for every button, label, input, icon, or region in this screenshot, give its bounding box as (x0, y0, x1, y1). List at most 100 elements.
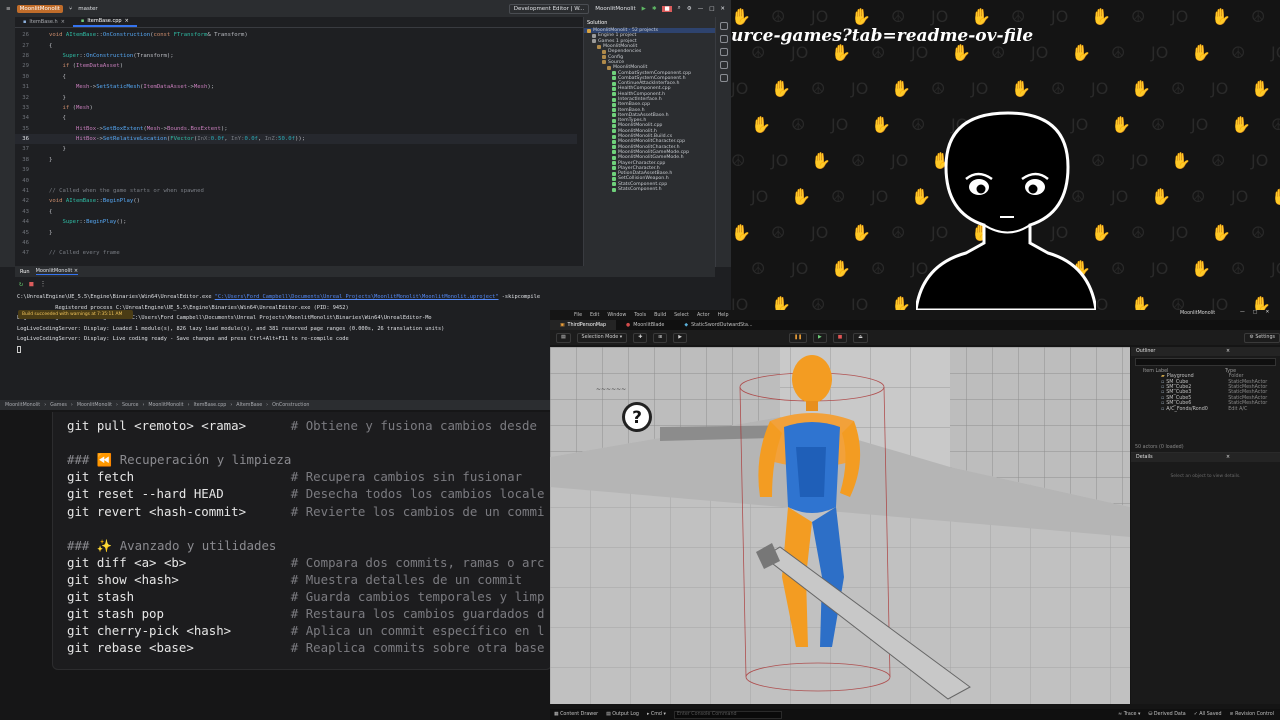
line-number[interactable]: 41 (15, 188, 29, 194)
menu-build[interactable]: Build (654, 313, 666, 318)
settings-button[interactable]: ⚙ Settings (1244, 332, 1280, 343)
code-line[interactable]: 38} (15, 155, 577, 165)
menu-select[interactable]: Select (674, 313, 689, 318)
console-link[interactable]: "C:\Users\Ford Campbell\Documents\Unreal… (215, 294, 499, 300)
outliner-search-input[interactable] (1135, 358, 1276, 366)
add-actor-icon[interactable]: ✚ (633, 332, 648, 343)
trace-button[interactable]: ≈ Trace ▾ (1118, 712, 1140, 717)
line-number[interactable]: 38 (15, 157, 29, 163)
column-type[interactable]: Type (1225, 369, 1236, 374)
database-icon[interactable] (719, 35, 728, 43)
gear-icon[interactable]: ⚙ (687, 6, 692, 12)
line-number[interactable]: 31 (15, 84, 29, 90)
line-number[interactable]: 39 (15, 167, 29, 173)
code-line[interactable]: 31 Mesh->SetStaticMesh(ItemDataAsset->Me… (15, 82, 577, 92)
outliner-row[interactable]: ▫ SM_Cube StaticMeshActor (1157, 379, 1280, 385)
code-line[interactable]: 35 HitBox->SetBoxExtent(Mesh->Bounds.Box… (15, 124, 577, 134)
line-number[interactable]: 32 (15, 95, 29, 101)
cinematics-icon[interactable]: ▶ (673, 332, 687, 343)
derived-data-button[interactable]: ⛁ Derived Data (1148, 712, 1185, 717)
menu-help[interactable]: Help (718, 313, 729, 318)
revision-control-button[interactable]: ⊘ Revision Control (1230, 712, 1274, 717)
close-button[interactable]: ✕ (720, 6, 725, 12)
line-number[interactable]: 37 (15, 146, 29, 152)
code-line[interactable]: 39 (15, 165, 577, 175)
line-number[interactable]: 43 (15, 209, 29, 215)
close-icon[interactable]: × (61, 19, 65, 25)
rerun-icon[interactable]: ↻ (19, 280, 23, 288)
code-line[interactable]: 36 HitBox->SetRelativeLocation(FVector(I… (15, 133, 577, 145)
breadcrumb-item[interactable]: MoonlitMonolit (148, 403, 183, 408)
close-icon[interactable]: × (1226, 455, 1230, 460)
code-line[interactable]: 33 if (Mesh) (15, 103, 577, 113)
menu-window[interactable]: Window (607, 313, 626, 318)
code-text[interactable]: } (49, 157, 52, 163)
close-button[interactable]: ✕ (1265, 310, 1269, 315)
close-icon[interactable]: × (1226, 349, 1230, 354)
stop-button[interactable]: ■ (832, 332, 848, 343)
menu-icon[interactable]: ≡ (6, 6, 11, 12)
breadcrumb-item[interactable]: ItemBase.cpp (193, 403, 226, 408)
outliner-row[interactable]: ▫ SM_Cube6 StaticMeshActor (1157, 401, 1280, 406)
code-line[interactable]: 28 Super::OnConstruction(Transform); (15, 51, 577, 61)
more-icon[interactable]: ⋮ (39, 280, 46, 288)
code-text[interactable]: Super::BeginPlay(); (49, 219, 126, 225)
code-line[interactable]: 37 } (15, 144, 577, 154)
code-text[interactable]: if (ItemDataAsset) (49, 63, 123, 69)
code-text[interactable]: void AItemBase::OnConstruction(const FTr… (49, 32, 248, 38)
code-text[interactable]: void AItemBase::BeginPlay() (49, 198, 140, 204)
play-button[interactable]: ▶ (813, 332, 827, 343)
code-line[interactable]: 27 { (15, 40, 577, 50)
code-text[interactable]: Super::OnConstruction(Transform); (49, 53, 173, 59)
line-number[interactable]: 36 (15, 136, 29, 142)
code-line[interactable]: 47 // Called every frame (15, 248, 577, 258)
code-line[interactable]: 46 (15, 238, 577, 248)
build-toast[interactable]: Build succeeded with warnings at 7:35:11… (18, 310, 133, 319)
line-number[interactable]: 44 (15, 219, 29, 225)
stop-icon[interactable]: ■ (662, 5, 672, 12)
code-text[interactable]: // Called when the game starts or when s… (49, 188, 204, 194)
code-text[interactable]: HitBox->SetBoxExtent(Mesh->Bounds.BoxExt… (49, 126, 228, 132)
cmd-dropdown[interactable]: ▸ Cmd ▾ (647, 712, 666, 717)
code-line[interactable]: 34 { (15, 113, 577, 123)
breadcrumb-item[interactable]: AItemBase (236, 403, 262, 408)
debug-icon[interactable]: ✱ (652, 6, 657, 12)
outliner-row[interactable]: ▫ A/C_Fonds/Rond0 Edit A/C (1157, 406, 1280, 412)
console-command-input[interactable]: Enter Console Command (673, 710, 782, 719)
menu-edit[interactable]: Edit (590, 313, 599, 318)
maximize-button[interactable]: □ (1253, 310, 1258, 315)
code-editor[interactable]: 26 void AItemBase::OnConstruction(const F… (15, 30, 577, 266)
code-text[interactable]: Mesh->SetStaticMesh(ItemDataAsset->Mesh)… (49, 84, 214, 90)
line-number[interactable]: 27 (15, 43, 29, 49)
pause-button[interactable]: ❚❚ (788, 332, 807, 343)
code-line[interactable]: 45} (15, 227, 577, 237)
run-tab[interactable]: MoonlitMonolit × (35, 268, 79, 275)
code-text[interactable]: { (49, 115, 65, 121)
close-icon[interactable]: × (125, 18, 129, 24)
code-text[interactable]: // Called every frame (49, 250, 120, 256)
tab-thirdpersonmap[interactable]: ▣ ThirdPersonMap (550, 320, 617, 330)
tab-itembase-cpp[interactable]: ▪ ItemBase.cpp × (72, 17, 137, 27)
line-number[interactable]: 28 (15, 53, 29, 59)
breadcrumb-item[interactable]: MoonlitMonolit (77, 403, 112, 408)
breadcrumb-item[interactable]: Games (50, 403, 67, 408)
breadcrumb-item[interactable]: Source (122, 403, 138, 408)
code-line[interactable]: 29 if (ItemDataAsset) (15, 61, 577, 71)
line-number[interactable]: 47 (15, 250, 29, 256)
code-text[interactable]: } (49, 146, 65, 152)
line-number[interactable]: 40 (15, 178, 29, 184)
save-icon[interactable]: ▤ (556, 332, 571, 343)
code-line[interactable]: 32 } (15, 92, 577, 102)
code-text[interactable]: } (49, 95, 65, 101)
bookmarks-icon[interactable] (719, 74, 728, 82)
line-number[interactable]: 26 (15, 32, 29, 38)
tab-staticsword[interactable]: ◆ StaticSwordOutwardSta... (674, 320, 762, 330)
search-icon[interactable]: ⌕ (678, 5, 681, 12)
line-number[interactable]: 33 (15, 105, 29, 111)
code-text[interactable]: { (49, 209, 52, 215)
code-text[interactable]: { (49, 43, 52, 49)
menu-tools[interactable]: Tools (634, 313, 646, 318)
code-line[interactable]: 41 // Called when the game starts or when… (15, 186, 577, 196)
menu-actor[interactable]: Actor (697, 313, 710, 318)
branch-selector[interactable]: master (78, 6, 97, 12)
